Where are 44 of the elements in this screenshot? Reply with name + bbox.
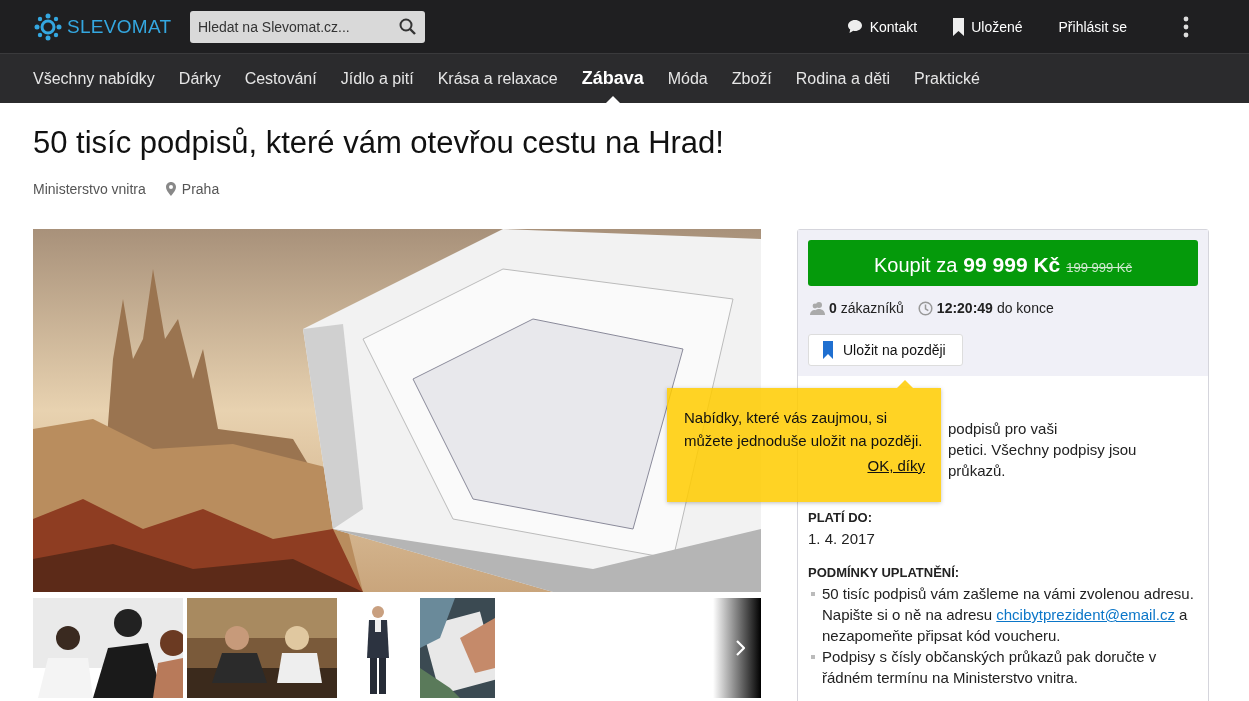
section-heading: PODMÍNKY UPLATNĚNÍ:	[808, 564, 961, 582]
category-tab[interactable]: Zábava	[581, 54, 644, 103]
category-tab[interactable]: Móda	[667, 54, 708, 103]
category-tab[interactable]: Cestování	[244, 54, 317, 103]
save-for-later-button[interactable]: Uložit na později	[808, 334, 963, 366]
buy-button[interactable]: Koupit za 99 999 Kč 199 999 Kč	[808, 240, 1198, 286]
logo-text[interactable]: SLEVOMAT	[67, 15, 172, 38]
category-tab[interactable]: Dárky	[178, 54, 221, 103]
tooltip-text: Nabídky, které vás zaujmou, si můžete jednoduše uložit na později.	[684, 408, 924, 451]
text-line: průkazů.	[948, 461, 1007, 481]
contact-link[interactable]: Kontakt	[846, 18, 918, 35]
logo-icon	[34, 12, 62, 41]
next-button[interactable]	[713, 598, 761, 698]
saved-link[interactable]: Uložené	[953, 17, 1023, 36]
condition-item: 50 tisíc podpisů vám zašleme na vámi zvolenou adresu. Napište si o ně na adresu chcibytprezident@email.cz a nezapomeňte připsat kód voucheru.	[808, 583, 1198, 646]
bookmark-icon	[953, 17, 965, 36]
text-line: podpisů pro vaši	[948, 419, 1059, 439]
location-pin-icon	[165, 182, 176, 196]
bookmark-icon	[823, 341, 833, 359]
dismiss-link[interactable]: OK, díky	[684, 454, 925, 477]
clock-icon	[917, 300, 933, 316]
category-tab[interactable]: Praktické	[914, 54, 980, 103]
people-icon	[810, 301, 825, 315]
section-text: 1. 4. 2017	[808, 529, 876, 549]
category-tab[interactable]: Zboží	[731, 54, 772, 103]
category-tab[interactable]: Jídlo a pití	[340, 54, 414, 103]
login-link[interactable]: Přihlásit se	[1058, 18, 1127, 35]
deal-title: 50 tisíc podpisů, které vám otevřou cestu na Hrad!	[33, 125, 725, 161]
countdown-text: 12:20:49 do konce	[936, 300, 1054, 316]
section-heading: PLATÍ DO:	[808, 509, 874, 527]
chevron-right-icon	[735, 640, 745, 656]
email-link[interactable]: chcibytprezident@email.cz	[996, 606, 1175, 623]
location-text: Praha	[181, 181, 220, 197]
more-menu-icon[interactable]	[1183, 15, 1189, 38]
speech-bubble-icon	[846, 19, 863, 34]
search-field[interactable]: Hledat na Slevomat.cz...	[190, 10, 425, 43]
vendor-name: Ministerstvo vnitra	[33, 181, 146, 197]
text-line: petici. Všechny podpisy jsou	[948, 440, 1138, 460]
condition-item: Podpisy s čísly občanských průkazů pak doručte v řádném termínu na Ministerstvo vnitra.	[808, 646, 1198, 688]
search-icon[interactable]	[399, 17, 416, 35]
category-tab[interactable]: Krása a relaxace	[437, 54, 558, 103]
category-tab[interactable]: Rodina a děti	[795, 54, 891, 103]
customer-count: 0 zákazníků	[829, 300, 904, 316]
category-tab[interactable]: Všechny nabídky	[33, 54, 155, 103]
